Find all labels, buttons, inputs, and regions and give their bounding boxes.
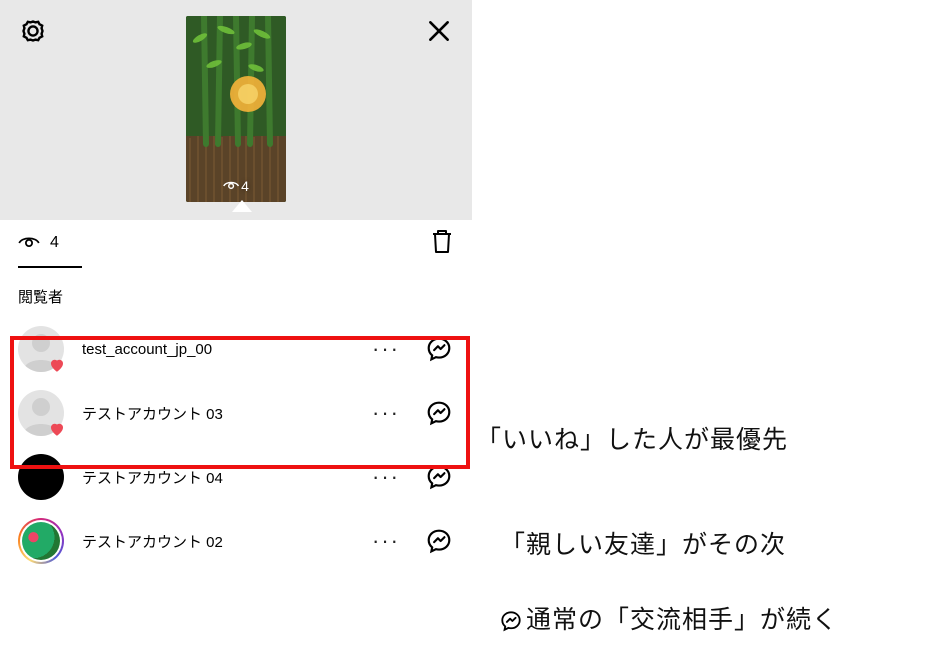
avatar[interactable] xyxy=(18,390,64,436)
viewer-row: テストアカウント 03 ··· xyxy=(0,381,472,445)
avatar[interactable] xyxy=(18,454,64,500)
annotation-liked-first: 「いいね」した人が最優先 xyxy=(476,420,788,456)
more-options-button[interactable]: ··· xyxy=(366,464,406,490)
message-button[interactable] xyxy=(424,398,454,428)
eye-icon xyxy=(18,235,40,251)
delete-button[interactable] xyxy=(430,228,454,259)
story-viewers-panel: 4 4 閲覧者 test_account_jp_00 ··· xyxy=(0,0,472,654)
story-thumbnail-area: 4 xyxy=(0,0,472,220)
viewer-username[interactable]: テストアカウント 03 xyxy=(82,403,348,424)
avatar[interactable] xyxy=(18,326,64,372)
message-button[interactable] xyxy=(424,334,454,364)
avatar[interactable] xyxy=(18,518,64,564)
viewer-row: test_account_jp_00 ··· xyxy=(0,317,472,381)
bamboo-image xyxy=(186,16,286,202)
annotation-regular-text: 通常の「交流相手」が続く xyxy=(526,606,838,634)
heart-icon xyxy=(48,420,66,438)
annotation-regular: 通常の「交流相手」が続く xyxy=(500,600,838,636)
close-icon xyxy=(426,18,452,44)
viewer-count-number: 4 xyxy=(50,234,59,252)
viewer-username[interactable]: テストアカウント 02 xyxy=(82,531,348,552)
settings-button[interactable] xyxy=(18,16,48,46)
eye-icon xyxy=(223,180,239,192)
heart-icon xyxy=(48,356,66,374)
message-button[interactable] xyxy=(424,462,454,492)
more-options-button[interactable]: ··· xyxy=(366,528,406,554)
viewer-row: テストアカウント 04 ··· xyxy=(0,445,472,509)
more-options-button[interactable]: ··· xyxy=(366,336,406,362)
message-button[interactable] xyxy=(424,526,454,556)
gear-icon xyxy=(20,18,46,44)
section-title: 閲覧者 xyxy=(0,268,472,317)
annotation-close-friends: 「親しい友達」がその次 xyxy=(500,525,786,561)
avatar-image xyxy=(22,522,60,560)
viewer-count-tab[interactable]: 4 xyxy=(18,234,59,252)
story-thumbnail[interactable]: 4 xyxy=(186,16,286,202)
viewer-row: テストアカウント 02 ··· xyxy=(0,509,472,573)
messenger-icon xyxy=(500,610,522,632)
thumbnail-view-count: 4 xyxy=(223,178,249,194)
thumbnail-view-number: 4 xyxy=(241,178,249,194)
avatar-image xyxy=(18,454,64,500)
messenger-icon xyxy=(426,400,452,426)
viewer-username[interactable]: テストアカウント 04 xyxy=(82,467,348,488)
close-button[interactable] xyxy=(424,16,454,46)
messenger-icon xyxy=(426,464,452,490)
viewer-username[interactable]: test_account_jp_00 xyxy=(82,341,348,358)
more-options-button[interactable]: ··· xyxy=(366,400,406,426)
avatar-story-ring xyxy=(18,518,64,564)
trash-icon xyxy=(430,228,454,254)
messenger-icon xyxy=(426,336,452,362)
viewer-count-row: 4 xyxy=(0,220,472,266)
messenger-icon xyxy=(426,528,452,554)
thumbnail-pointer xyxy=(232,200,252,212)
